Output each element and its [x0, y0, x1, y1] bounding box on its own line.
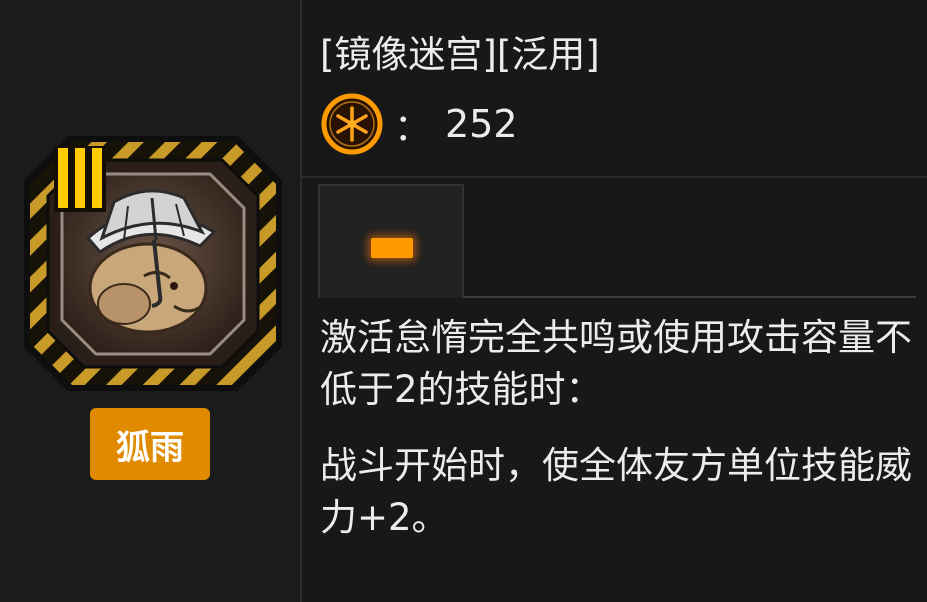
tab-underline: [464, 296, 916, 298]
tier-one-bar-icon: [371, 238, 413, 258]
gift-details: [镜像迷宫][泛用] ： 252 激活怠惰完全共鸣或使用攻击容量不低于2的技能时…: [302, 0, 927, 602]
effect-tabs: [318, 184, 916, 300]
effect-condition: 激活怠惰完全共鸣或使用攻击容量不低于2的技能时：: [320, 316, 912, 411]
fox-creature: [88, 242, 208, 334]
cost-coin-icon: [321, 93, 383, 155]
tab-effect-tier-1[interactable]: [318, 184, 464, 298]
section-divider: [302, 176, 927, 178]
gift-name: 狐雨: [116, 427, 184, 468]
cost-row: ： 252: [320, 92, 518, 156]
tier-bars: [54, 146, 106, 212]
gift-name-badge: 狐雨: [90, 408, 210, 480]
effect-description: 激活怠惰完全共鸣或使用攻击容量不低于2的技能时： 战斗开始时，使全体友方单位技能…: [320, 312, 920, 568]
cost-value: 252: [445, 102, 518, 146]
cost-separator: ：: [394, 106, 431, 149]
effect-result: 战斗开始时，使全体友方单位技能威力+2。: [320, 444, 912, 539]
gift-icon: [24, 136, 282, 391]
gift-tags: [镜像迷宫][泛用]: [320, 33, 600, 76]
gift-panel: 狐雨: [0, 0, 300, 602]
